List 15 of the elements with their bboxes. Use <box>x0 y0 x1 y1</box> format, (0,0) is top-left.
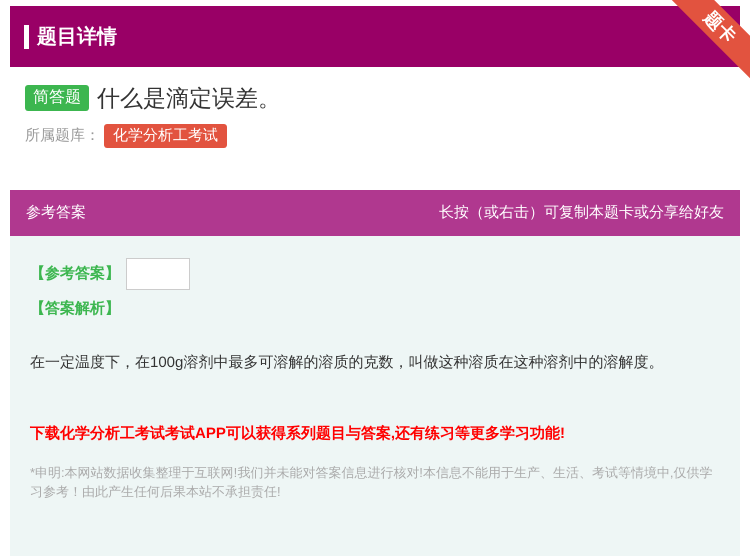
answer-image-placeholder <box>126 258 190 290</box>
panel-title: 参考答案 <box>26 202 86 223</box>
analysis-label: 【答案解析】 <box>30 298 121 319</box>
question-type-tag: 简答题 <box>25 85 89 112</box>
ribbon-label: 题卡 <box>700 6 742 48</box>
answer-label: 【参考答案】 <box>30 264 120 284</box>
question-text: 什么是滴定误差。 <box>97 84 281 113</box>
bank-label: 所属题库： <box>25 126 100 146</box>
copy-hint: 长按（或右击）可复制本题卡或分享给好友 <box>439 202 724 223</box>
bank-tag[interactable]: 化学分析工考试 <box>104 124 227 148</box>
promo-text: 下载化学分析工考试考试APP可以获得系列题目与答案,还有练习等更多学习功能! <box>30 424 566 444</box>
analysis-text: 在一定温度下，在100g溶剂中最多可溶解的溶质的克数，叫做这种溶质在这种溶剂中的溶解度。 <box>30 352 664 372</box>
disclaimer-text: *申明:本网站数据收集整理于互联网!我们并未能对答案信息进行核对!本信息不能用于生产、生活、考试等情境中,仅供学习参考！由此产生任何后果本站不承担责任! <box>30 464 714 501</box>
accent-bar <box>24 24 29 48</box>
page-title: 题目详情 <box>37 24 117 50</box>
